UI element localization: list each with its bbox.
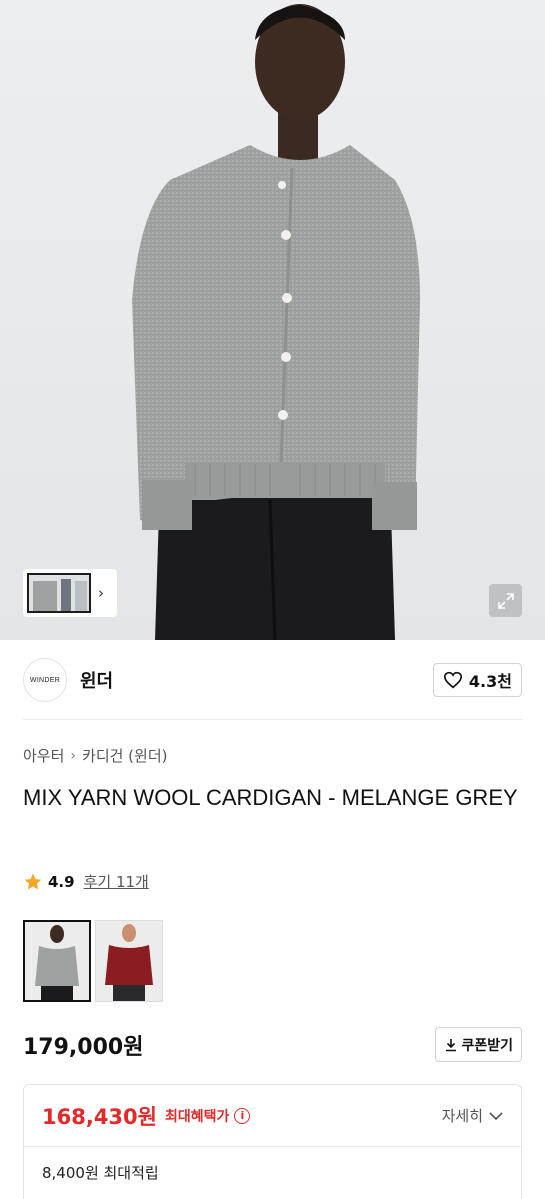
product-title: MIX YARN WOOL CARDIGAN - MELANGE GREY — [23, 785, 518, 810]
heart-icon — [443, 671, 462, 689]
breadcrumb-item-outer[interactable]: 아우터 — [23, 745, 64, 766]
variant-red[interactable] — [95, 920, 163, 1002]
download-icon — [446, 1038, 457, 1051]
info-icon[interactable]: i — [234, 1107, 251, 1124]
star-icon — [24, 873, 42, 889]
brand-logo[interactable]: WINDER — [23, 658, 67, 702]
brand-name[interactable]: 윈더 — [80, 667, 113, 693]
rating-score: 4.9 — [48, 872, 75, 891]
thumbnail-next-icon[interactable]: › — [91, 584, 111, 602]
model-photo — [0, 0, 545, 640]
thumbnail-preview[interactable] — [27, 573, 91, 613]
max-benefit-price: 168,430원 — [42, 1104, 157, 1129]
divider — [23, 719, 522, 720]
variant-grey[interactable] — [23, 920, 91, 1002]
breadcrumb: 아우터 › 카디건 (윈더) — [23, 745, 168, 766]
breadcrumb-item-cardigan[interactable]: 카디건 (윈더) — [82, 745, 167, 766]
detail-toggle[interactable]: 자세히 — [442, 1105, 503, 1126]
coupon-button[interactable]: 쿠폰받기 — [435, 1027, 522, 1062]
expand-icon[interactable] — [489, 584, 522, 617]
like-count: 4.3천 — [468, 672, 512, 691]
thumbnail-strip[interactable]: › — [23, 569, 117, 617]
color-variants — [23, 920, 163, 1002]
detail-label: 자세히 — [441, 1107, 483, 1125]
product-hero-image[interactable]: › — [0, 0, 545, 640]
max-points: 8,400원 최대적립 — [42, 1164, 159, 1182]
benefit-summary[interactable]: 168,430원 최대혜택가 i 자세히 — [24, 1085, 521, 1147]
rating-row: 4.9 후기 11개 — [23, 871, 149, 892]
max-benefit-label: 최대혜택가 — [164, 1108, 230, 1125]
reviews-link[interactable]: 후기 11개 — [84, 871, 149, 892]
benefit-box: 168,430원 최대혜택가 i 자세히 8,400원 최대적립 — [23, 1084, 522, 1199]
chevron-down-icon — [489, 1111, 503, 1120]
price: 179,000원 — [23, 1035, 144, 1060]
coupon-label: 쿠폰받기 — [461, 1037, 513, 1054]
brand-row: WINDER 윈더 4.3천 — [23, 657, 522, 703]
like-button[interactable]: 4.3천 — [432, 663, 522, 697]
chevron-right-icon: › — [70, 747, 77, 764]
